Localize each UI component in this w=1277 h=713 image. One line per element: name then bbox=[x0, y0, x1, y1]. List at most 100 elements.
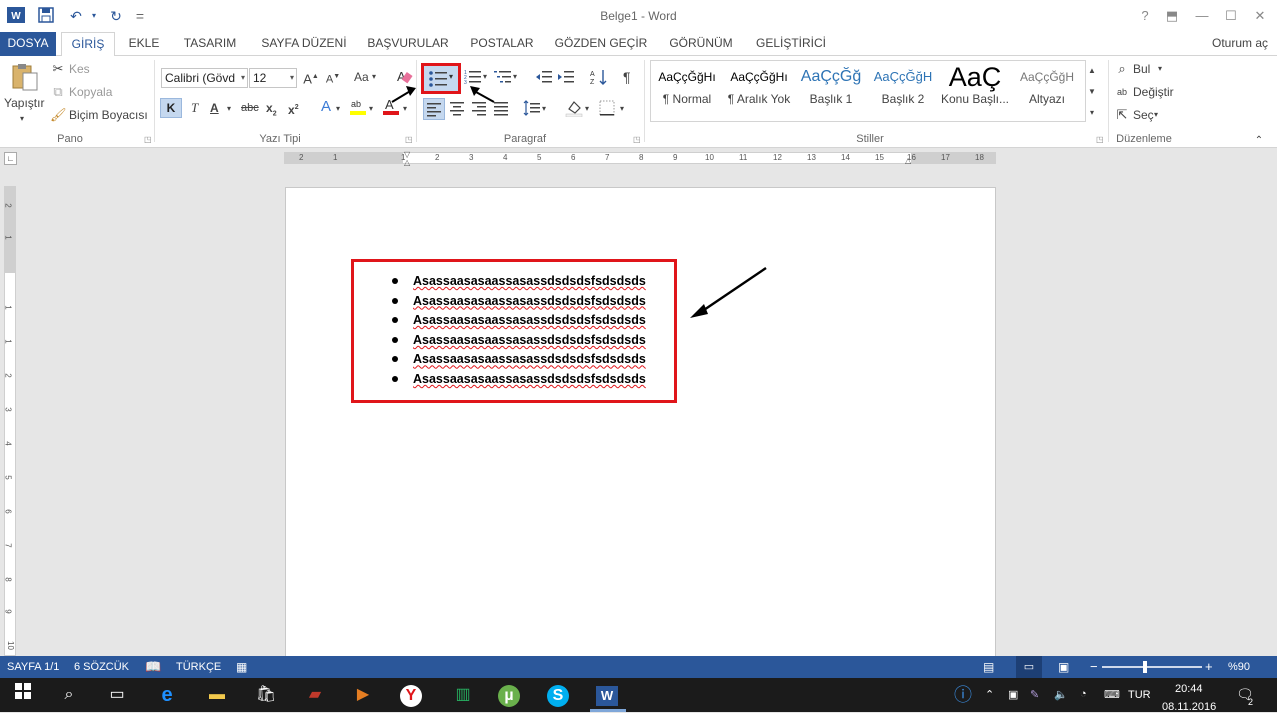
ribbon-display-options-button[interactable]: ⬒ bbox=[1158, 6, 1186, 26]
underline-button[interactable]: A bbox=[210, 99, 219, 117]
chevron-down-icon[interactable]: ▾ bbox=[290, 69, 294, 87]
volume-icon[interactable]: 🔈 bbox=[1054, 688, 1068, 701]
info-tray-icon[interactable]: ⓘ bbox=[950, 683, 976, 707]
zoom-out-button[interactable]: − bbox=[1090, 656, 1098, 678]
increase-indent-icon[interactable] bbox=[557, 68, 575, 91]
style-heading-2[interactable]: AaÇçĞğH Başlık 2 bbox=[868, 62, 938, 118]
paint-app-icon[interactable]: ▰ bbox=[302, 683, 328, 707]
borders-icon[interactable] bbox=[598, 100, 616, 121]
copy-button[interactable]: Kopyala bbox=[69, 83, 112, 101]
tab-insert[interactable]: EKLE bbox=[124, 32, 164, 56]
zoom-in-button[interactable]: + bbox=[1205, 656, 1213, 678]
word-count[interactable]: 6 SÖZCÜK bbox=[74, 656, 129, 678]
web-layout-icon[interactable]: ▣ bbox=[1058, 656, 1069, 678]
input-language[interactable]: TUR bbox=[1128, 689, 1151, 701]
list-item[interactable]: Asassaasasaassasassdsdsdsfsdsdsds bbox=[413, 333, 646, 347]
find-button[interactable]: Bul bbox=[1133, 60, 1150, 78]
strikethrough-button[interactable]: abc bbox=[241, 99, 259, 117]
style-title[interactable]: AaÇ Konu Başlı... bbox=[940, 62, 1010, 118]
keyboard-icon[interactable]: ⌨ bbox=[1104, 688, 1120, 701]
yandex-browser-icon[interactable]: Y bbox=[400, 685, 422, 707]
tab-review[interactable]: GÖZDEN GEÇİR bbox=[554, 32, 648, 56]
tab-references[interactable]: BAŞVURULAR bbox=[366, 32, 450, 56]
maximize-button[interactable]: ☐ bbox=[1217, 6, 1245, 26]
tab-selector-icon[interactable]: ∟ bbox=[4, 152, 17, 165]
print-layout-icon[interactable]: ▭ bbox=[1016, 656, 1042, 678]
select-button[interactable]: Seç bbox=[1133, 106, 1154, 124]
borders-dropdown-icon[interactable]: ▾ bbox=[620, 100, 624, 118]
tab-home[interactable]: GİRİŞ bbox=[61, 32, 115, 57]
clock-date[interactable]: 08.11.2016 bbox=[1162, 701, 1216, 713]
style-normal[interactable]: AaÇçĞğHı ¶ Normal bbox=[652, 62, 722, 118]
task-view-icon[interactable]: ▭ bbox=[104, 683, 130, 707]
zoom-level[interactable]: %90 bbox=[1228, 656, 1250, 678]
close-button[interactable]: ✕ bbox=[1246, 6, 1274, 26]
shading-icon[interactable] bbox=[565, 99, 583, 122]
wifi-icon[interactable]: ◔ bbox=[1080, 688, 1087, 700]
tab-view[interactable]: GÖRÜNÜM bbox=[664, 32, 738, 56]
vertical-ruler[interactable]: 2 1 1 1 2 3 4 5 6 7 8 9 10 bbox=[4, 186, 16, 656]
highlight-color-icon[interactable]: ab bbox=[349, 96, 367, 121]
decrease-indent-icon[interactable] bbox=[535, 68, 553, 91]
show-hidden-icons-icon[interactable]: ⌃ bbox=[985, 688, 994, 701]
select-dropdown-icon[interactable]: ▾ bbox=[1154, 106, 1158, 124]
change-case-dropdown-icon[interactable]: ▾ bbox=[372, 68, 376, 86]
show-formatting-marks-button[interactable]: ¶ bbox=[623, 68, 631, 86]
chevron-down-icon[interactable]: ▾ bbox=[241, 69, 245, 87]
paste-dropdown-icon[interactable]: ▾ bbox=[20, 110, 24, 128]
change-case-button[interactable]: Aa bbox=[354, 68, 369, 86]
clock-time[interactable]: 20:44 bbox=[1175, 683, 1203, 695]
text-effects-icon[interactable]: A bbox=[317, 98, 335, 116]
multilevel-dropdown-icon[interactable]: ▾ bbox=[513, 68, 517, 86]
clipboard-launcher-icon[interactable]: ◳ bbox=[144, 135, 152, 144]
media-player-icon[interactable]: ▶ bbox=[350, 683, 376, 707]
font-size-combo[interactable]: 12 ▾ bbox=[249, 68, 297, 88]
list-item[interactable]: Asassaasasaassasassdsdsdsfsdsdsds bbox=[413, 372, 646, 386]
line-spacing-icon[interactable] bbox=[523, 100, 541, 121]
tab-developer[interactable]: GELİŞTİRİCİ bbox=[754, 32, 828, 56]
font-name-combo[interactable]: Calibri (Gövd ▾ bbox=[161, 68, 248, 88]
network-adapter-icon[interactable]: ▣ bbox=[1008, 688, 1018, 701]
bullets-dropdown-icon[interactable]: ▾ bbox=[449, 72, 453, 81]
file-explorer-icon[interactable]: ▬ bbox=[204, 683, 230, 707]
styles-scroll-down-icon[interactable]: ▼ bbox=[1086, 83, 1098, 101]
windows-start-icon[interactable] bbox=[10, 683, 36, 707]
zoom-slider-track[interactable] bbox=[1102, 666, 1202, 668]
tab-design[interactable]: TASARIM bbox=[178, 32, 242, 56]
horizontal-ruler[interactable]: 2 1 1 2 3 4 5 6 7 8 9 10 11 12 13 14 15 16 17 18 bbox=[284, 152, 996, 164]
subscript-button[interactable]: x2 bbox=[266, 99, 277, 123]
hanging-indent-marker[interactable]: △ bbox=[404, 158, 410, 167]
shrink-font-icon[interactable]: A▼ bbox=[324, 68, 342, 89]
styles-more-icon[interactable]: ▾ bbox=[1086, 104, 1098, 122]
right-indent-marker[interactable]: △ bbox=[905, 156, 911, 165]
macro-record-icon[interactable]: ▦ bbox=[236, 656, 247, 678]
styles-scroll-up-icon[interactable]: ▲ bbox=[1086, 62, 1098, 80]
tab-page-layout[interactable]: SAYFA DÜZENİ bbox=[258, 32, 350, 56]
clipboard-paste-icon[interactable] bbox=[10, 62, 40, 92]
line-spacing-dropdown-icon[interactable]: ▾ bbox=[542, 100, 546, 118]
utorrent-icon[interactable]: µ bbox=[498, 685, 520, 707]
shading-dropdown-icon[interactable]: ▾ bbox=[585, 100, 589, 118]
style-heading-1[interactable]: AaÇçĞğ Başlık 1 bbox=[796, 62, 866, 118]
style-subtitle[interactable]: AaÇçĞğH Altyazı bbox=[1012, 62, 1082, 118]
language-indicator[interactable]: TÜRKÇE bbox=[176, 656, 221, 678]
minimize-button[interactable]: — bbox=[1188, 6, 1216, 26]
highlight-dropdown-icon[interactable]: ▾ bbox=[369, 100, 373, 118]
tab-file[interactable]: DOSYA bbox=[0, 32, 56, 56]
list-item[interactable]: Asassaasasaassasassdsdsdsfsdsdsds bbox=[413, 313, 646, 327]
styles-launcher-icon[interactable]: ◳ bbox=[1096, 135, 1104, 144]
hp-app-icon[interactable]: ▥ bbox=[450, 683, 476, 707]
help-button[interactable]: ? bbox=[1131, 6, 1159, 26]
skype-icon[interactable]: S bbox=[547, 685, 569, 707]
replace-button[interactable]: Değiştir bbox=[1133, 83, 1174, 101]
sign-in-link[interactable]: Oturum aç bbox=[1212, 32, 1277, 56]
list-item[interactable]: Asassaasasaassasassdsdsdsfsdsdsds bbox=[413, 294, 646, 308]
list-item[interactable]: Asassaasasaassasassdsdsdsfsdsdsds bbox=[413, 352, 646, 366]
text-effects-dropdown-icon[interactable]: ▾ bbox=[336, 100, 340, 118]
proofing-icon[interactable]: 📖 bbox=[145, 656, 161, 678]
format-painter-button[interactable]: Biçim Boyacısı bbox=[69, 106, 148, 124]
sort-icon[interactable]: AZ bbox=[590, 68, 608, 91]
read-mode-icon[interactable]: ▤ bbox=[983, 656, 994, 678]
search-icon[interactable]: ⌕ bbox=[56, 683, 82, 707]
cut-button[interactable]: Kes bbox=[69, 60, 90, 78]
